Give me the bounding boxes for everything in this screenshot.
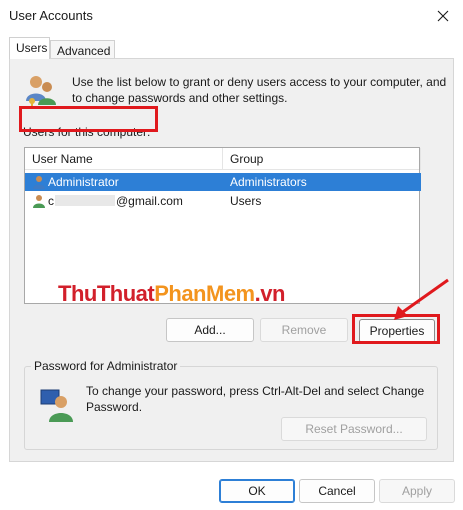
user-group-cell: Administrators [230,175,307,189]
users-list-label: Users for this computer: [23,125,151,139]
remove-button[interactable]: Remove [260,318,348,342]
add-button[interactable]: Add... [166,318,254,342]
column-header-user-name[interactable]: User Name [25,148,223,170]
user-monitor-icon [40,389,73,422]
user-icon [33,195,45,208]
user-name-suffix: @gmail.com [116,194,183,208]
redacted-text [55,195,115,206]
title-bar: User Accounts [0,0,463,34]
close-icon [437,10,449,22]
ok-button[interactable]: OK [219,479,295,503]
watermark: ThuThuatPhanMem.vn [58,281,285,306]
tab-advanced[interactable]: Advanced [50,40,115,59]
column-header-group[interactable]: Group [223,148,421,170]
users-icon [26,76,56,108]
user-name-cell: Administrator [48,175,119,189]
apply-button[interactable]: Apply [379,479,455,503]
reset-password-button[interactable]: Reset Password... [281,417,427,441]
intro-text: Use the list below to grant or deny user… [72,75,447,105]
cancel-button[interactable]: Cancel [299,479,375,503]
user-icon [33,176,45,189]
user-group-cell: Users [230,194,262,208]
users-tab-panel: Use the list below to grant or deny user… [9,58,454,462]
list-header: User Name Group [25,148,421,170]
table-row[interactable]: Administrator Administrators [25,173,421,191]
tab-users[interactable]: Users [9,37,50,59]
user-name-prefix: c [48,194,54,208]
close-button[interactable] [423,0,463,32]
table-row[interactable]: c @gmail.com Users [25,192,421,210]
password-groupbox-title: Password for Administrator [31,359,181,373]
properties-button[interactable]: Properties [359,319,435,343]
password-groupbox: Password for Administrator To change you… [24,359,438,450]
window-title: User Accounts [9,8,93,23]
password-instructions: To change your password, press Ctrl-Alt-… [86,384,425,414]
user-name-cell: c @gmail.com [48,194,183,208]
